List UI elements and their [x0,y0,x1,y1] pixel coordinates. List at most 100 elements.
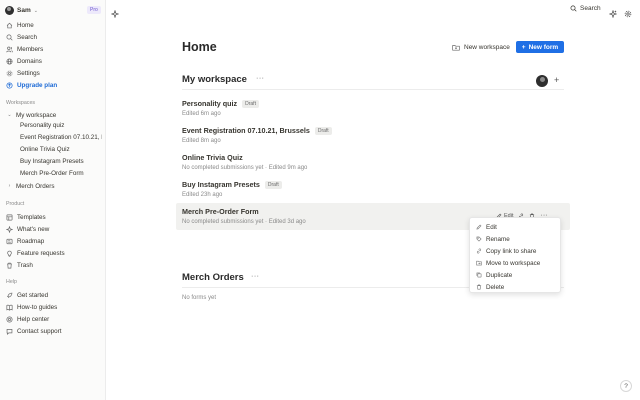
sidebar-item-label: Members [17,45,44,53]
form-name[interactable]: Event Registration 07.10.21, Brussels [182,126,310,135]
form-name[interactable]: Personality quiz [182,99,237,108]
menu-item-duplicate[interactable]: Duplicate [476,270,512,280]
sidebar-item-members[interactable]: Members [6,44,43,54]
menu-item-label: Rename [486,235,510,243]
workspace-label: Merch Orders [16,182,55,190]
form-row[interactable]: Event Registration 07.10.21, Brussels Dra… [182,125,572,151]
sidebar-item-templates[interactable]: Templates [6,212,46,222]
gear-icon [6,70,13,77]
add-member-icon[interactable]: + [554,75,559,85]
workspaces-section-label: Workspaces [6,100,36,106]
user-menu[interactable]: Sam ⌄ [5,5,38,16]
upgrade-icon [6,81,13,89]
new-workspace-button[interactable]: New workspace [452,42,510,53]
sidebar-item-label: Domains [17,57,42,65]
divider [182,89,564,90]
empty-state-text: No forms yet [182,295,217,301]
menu-item-delete[interactable]: Delete [476,282,504,292]
menu-item-label: Move to workspace [486,259,541,267]
sidebar-item-label: Search [17,33,37,41]
roadmap-icon [6,238,13,245]
sidebar-item-whats-new[interactable]: What's new [6,224,49,234]
members-icon [6,46,13,53]
lifebuoy-icon [6,315,13,323]
form-name[interactable]: Merch Pre-Order Form [182,207,259,216]
menu-item-label: Copy link to share [486,247,537,255]
gear-icon[interactable] [624,5,632,18]
sidebar-item-label: Upgrade plan [17,81,58,89]
workspace-member-avatar[interactable] [536,75,548,87]
top-search-button[interactable]: Search [570,5,601,12]
help-button[interactable]: ? [620,380,632,392]
form-name[interactable]: Online Trivia Quiz [182,153,243,162]
sidebar-item-upgrade[interactable]: Upgrade plan [6,80,57,90]
sidebar-workspace-merch-orders[interactable]: › Merch Orders [6,181,55,191]
sidebar-item-get-started[interactable]: Get started [6,290,48,300]
sidebar-item-settings[interactable]: Settings [6,68,40,78]
sidebar-item-search[interactable]: Search [6,32,37,42]
sidebar-item-trash[interactable]: Trash [6,260,33,270]
menu-item-rename[interactable]: Rename [476,234,510,244]
sidebar-form-item[interactable]: Personality quiz [20,122,102,132]
menu-item-label: Delete [486,283,505,291]
page-title: Home [182,40,217,54]
sidebar-item-label: What's new [17,225,50,233]
workspace-label: My workspace [16,111,57,119]
sidebar-item-help-center[interactable]: Help center [6,314,49,324]
chevron-down-icon[interactable]: ⌄ [6,112,13,118]
workspace-title: Merch Orders [182,272,244,283]
chat-icon [6,328,13,335]
star-icon[interactable] [110,5,120,19]
sidebar-item-home[interactable]: Home [6,20,34,30]
plan-badge: Pro [87,6,101,14]
menu-item-move[interactable]: Move to workspace [476,258,540,268]
sparkle-icon[interactable] [608,5,618,19]
chevron-right-icon[interactable]: › [6,183,13,189]
form-row[interactable]: Personality quiz Draft Edited 6m ago [182,98,572,124]
product-section-label: Product [6,201,25,207]
new-form-button[interactable]: + New form [516,41,564,53]
form-name[interactable]: Buy Instagram Presets [182,180,260,189]
sidebar-workspace-my-workspace[interactable]: ⌄ My workspace [6,110,56,120]
sidebar-form-item[interactable]: Online Trivia Quiz [20,146,102,156]
workspace-title: My workspace [182,74,247,85]
tag-icon [476,236,482,242]
sidebar-item-roadmap[interactable]: Roadmap [6,236,44,246]
form-row[interactable]: Buy Instagram Presets Draft Edited 23h ag… [182,179,572,205]
sidebar-item-label: Help center [17,315,50,323]
sidebar-form-item[interactable]: Buy Instagram Presets [20,158,102,168]
lightbulb-icon [6,250,13,257]
sidebar-item-how-to-guides[interactable]: How-to guides [6,302,57,312]
more-icon[interactable]: ··· [251,273,260,280]
link-icon [476,248,482,254]
search-icon [570,5,577,12]
search-icon [6,34,13,41]
book-icon [6,304,13,311]
sidebar-form-item[interactable]: Event Registration 07.10.21, Brussels [20,134,102,144]
sidebar-item-domains[interactable]: Domains [6,56,42,66]
folder-plus-icon [452,45,460,51]
duplicate-icon [476,272,482,278]
user-avatar [5,6,14,15]
sidebar-form-item[interactable]: Merch Pre-Order Form [20,170,102,180]
trash-icon [476,284,482,290]
form-row[interactable]: Online Trivia Quiz No completed submissi… [182,152,572,178]
sidebar-item-label: Feature requests [17,249,65,257]
plus-icon: + [521,43,526,51]
menu-item-copy-link[interactable]: Copy link to share [476,246,536,256]
sidebar-item-label: Settings [17,69,40,77]
menu-item-label: Duplicate [486,271,513,279]
sidebar-item-feature-requests[interactable]: Feature requests [6,248,65,258]
help-section-label: Help [6,279,17,285]
globe-icon [6,57,13,65]
menu-item-edit[interactable]: Edit [476,222,497,232]
sidebar-item-contact-support[interactable]: Contact support [6,326,61,336]
form-meta: Edited 8m ago [182,138,221,144]
more-icon[interactable]: ··· [256,75,265,82]
sidebar-item-label: How-to guides [17,303,58,311]
sidebar-item-label: Templates [17,213,46,221]
draft-badge: Draft [242,99,259,108]
sidebar: Sam ⌄ Pro Home Search Members Domains Se… [0,0,106,400]
form-meta: No completed submissions yet · Edited 3d… [182,219,306,225]
draft-badge: Draft [264,180,282,189]
